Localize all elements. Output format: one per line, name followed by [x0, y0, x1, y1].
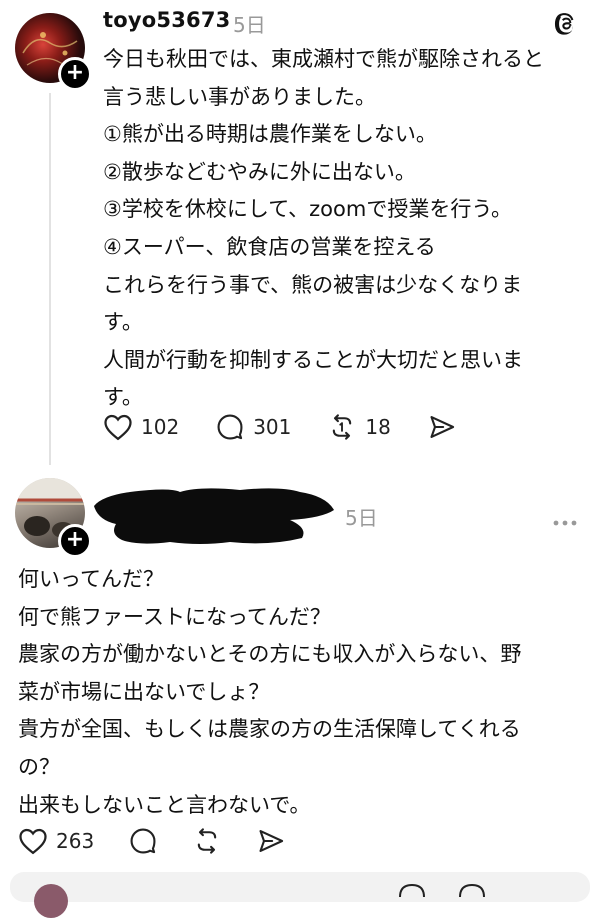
action-bar: 102 301 18	[103, 413, 457, 441]
plus-icon: +	[65, 527, 85, 552]
threads-logo-icon[interactable]	[553, 11, 579, 37]
post-body: 何いってんだ？ 何で熊ファーストになってんだ？ 農家の方が働かないとその方にも収…	[18, 567, 522, 817]
like-count: 263	[56, 829, 95, 853]
like-count: 102	[141, 415, 180, 439]
repost-button[interactable]: 18	[327, 413, 391, 441]
follow-button[interactable]: +	[58, 57, 92, 91]
repost-count: 18	[365, 415, 391, 439]
avatar	[34, 884, 68, 918]
comment-icon	[217, 414, 243, 440]
reply-button[interactable]	[128, 827, 158, 855]
like-button[interactable]: 102	[103, 413, 179, 441]
share-button[interactable]	[427, 413, 457, 441]
timestamp: 5日	[233, 13, 266, 37]
reply-count: 301	[253, 415, 292, 439]
heart-icon	[19, 828, 47, 855]
follow-button[interactable]: +	[58, 524, 92, 558]
like-button[interactable]: 263	[18, 827, 94, 855]
redacted-username	[90, 484, 342, 550]
repost-icon	[333, 414, 352, 440]
timestamp: 5日	[345, 506, 378, 530]
thread-connector-line	[49, 93, 51, 465]
reply-button[interactable]: 301	[215, 413, 291, 441]
username[interactable]: toyo53673	[103, 8, 230, 32]
share-icon	[259, 830, 284, 852]
repost-button[interactable]	[192, 827, 222, 855]
more-icon[interactable]	[553, 512, 577, 526]
plus-icon: +	[65, 60, 85, 85]
action-bar: 263	[18, 827, 286, 855]
post-body: 今日も秋田では、東成瀬村で熊が駆除されると 言う悲しい事がありました。 ①熊が出…	[103, 47, 544, 410]
share-icon	[430, 416, 454, 438]
comment-icon	[130, 828, 156, 854]
share-button[interactable]	[256, 827, 286, 855]
heart-icon	[104, 414, 132, 441]
repost-icon	[197, 828, 217, 854]
